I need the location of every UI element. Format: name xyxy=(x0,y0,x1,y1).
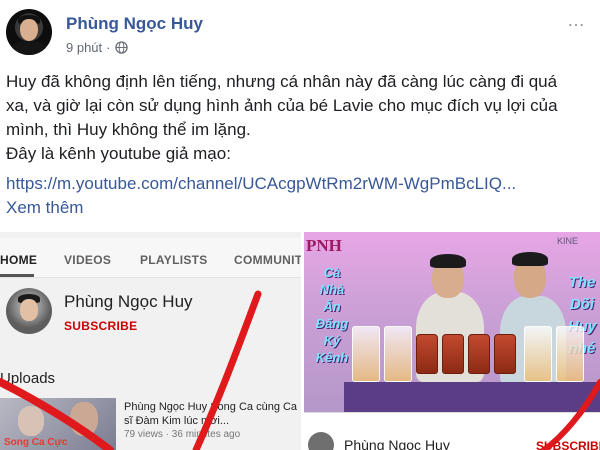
video-thumbnail: Song Ca Cực xyxy=(0,398,116,450)
left-overlay-text: Cà Nhà Ăn Đăng Ký Kênh xyxy=(315,265,349,365)
active-tab-indicator xyxy=(0,274,34,277)
post-text-line: Đây là kênh youtube giả mạo: xyxy=(6,144,231,163)
more-options-icon[interactable]: … xyxy=(567,10,586,31)
author-avatar[interactable] xyxy=(6,9,52,55)
author-name-link[interactable]: Phùng Ngọc Huy xyxy=(66,14,203,34)
post-meta: 9 phút · xyxy=(66,40,128,55)
pnh-logo: PNH xyxy=(306,236,342,255)
thumbnail-caption: Song Ca Cực xyxy=(4,437,68,448)
subscribe-label: SUBSCRIBE xyxy=(64,319,138,333)
tab-community: COMMUNIT xyxy=(234,253,301,267)
post-header: Phùng Ngọc Huy 9 phút · … xyxy=(0,0,600,62)
channel-name: Phùng Ngọc Huy xyxy=(64,292,193,311)
video-title: Phùng Ngọc Huy Song Ca cùng Ca sĩ Đàm Ki… xyxy=(124,401,298,427)
post-text-line: mình, thì Huy không thể im lặng. xyxy=(6,120,251,139)
snack-bag xyxy=(524,326,552,382)
snack-jar xyxy=(442,334,464,374)
post-photos: HOME VIDEOS PLAYLISTS COMMUNIT Phùng Ngọ… xyxy=(0,232,600,450)
post-text-line: xa, và giờ lại còn sử dụng hình ảnh của … xyxy=(6,96,558,115)
table xyxy=(344,382,600,412)
channel-name: Phùng Ngọc Huy xyxy=(344,437,450,450)
snack-bag xyxy=(556,326,584,382)
snack-jar xyxy=(416,334,438,374)
watermark: KINE xyxy=(556,236,578,246)
photo-livestream-screenshot[interactable]: PNH KINE Cà Nhà Ăn Đăng Ký Kênh The Dõi … xyxy=(304,232,600,450)
snack-bag xyxy=(352,326,380,382)
person-hair xyxy=(430,254,466,268)
tab-playlists: PLAYLISTS xyxy=(140,253,208,267)
see-more-link[interactable]: Xem thêm xyxy=(6,196,596,220)
snack-jar xyxy=(468,334,490,374)
uploads-heading: Uploads xyxy=(0,370,56,387)
subscribe-label: SUBSCRIBE xyxy=(536,439,600,450)
youtube-channel-link[interactable]: https://m.youtube.com/channel/UCAcgpWtRm… xyxy=(6,172,596,196)
post-text-line: Huy đã không định lên tiếng, nhưng cá nh… xyxy=(6,72,558,91)
meta-separator: · xyxy=(106,40,111,55)
tab-home: HOME xyxy=(0,253,38,267)
snack-jar xyxy=(494,334,516,374)
post-timestamp[interactable]: 9 phút xyxy=(66,40,102,55)
stream-frame: PNH KINE Cà Nhà Ăn Đăng Ký Kênh The Dõi … xyxy=(304,232,600,412)
globe-icon[interactable] xyxy=(114,41,128,54)
photo-youtube-screenshot[interactable]: HOME VIDEOS PLAYLISTS COMMUNIT Phùng Ngọ… xyxy=(0,232,301,450)
tab-videos: VIDEOS xyxy=(64,253,112,267)
post-text: Huy đã không định lên tiếng, nhưng cá nh… xyxy=(6,70,596,220)
youtube-tab-bar: HOME VIDEOS PLAYLISTS COMMUNIT xyxy=(0,238,301,278)
channel-avatar xyxy=(6,288,52,334)
snack-bag xyxy=(384,326,412,382)
video-meta: 79 views · 36 minutes ago xyxy=(124,429,241,440)
person-hair xyxy=(512,252,548,266)
